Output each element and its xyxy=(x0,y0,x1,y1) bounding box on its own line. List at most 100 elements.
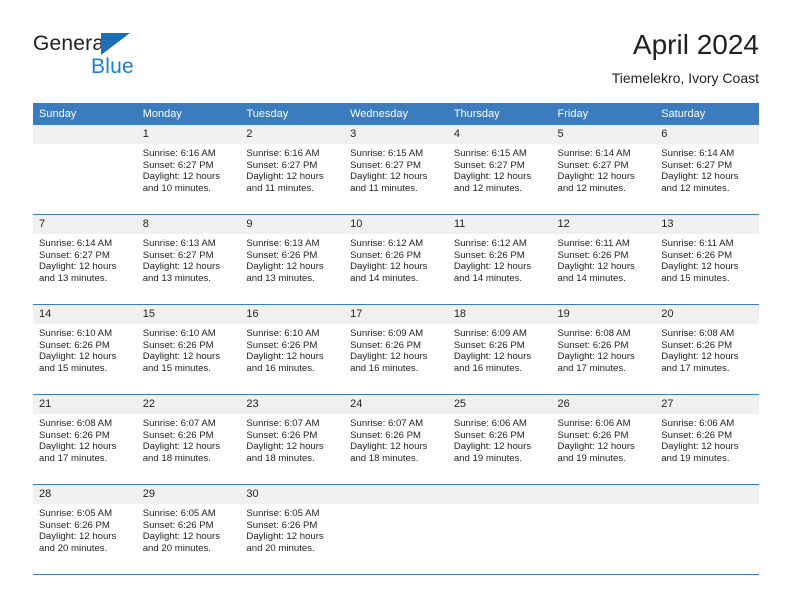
daylight-text-line1: Daylight: 12 hours xyxy=(142,531,221,543)
daylight-text-line1: Daylight: 12 hours xyxy=(142,261,221,273)
day-details: Sunrise: 6:06 AM Sunset: 6:26 PM Daylight:… xyxy=(552,414,656,464)
calendar-day[interactable]: 10 Sunrise: 6:12 AM Sunset: 6:26 PM Dayligh… xyxy=(344,215,448,304)
calendar-cell: 11 Sunrise: 6:12 AM Sunset: 6:26 PM Dayligh… xyxy=(447,214,552,305)
calendar-day[interactable]: 21 Sunrise: 6:08 AM Sunset: 6:26 PM Dayligh… xyxy=(33,395,137,484)
daylight-text-line2: and 17 minutes. xyxy=(39,452,108,464)
calendar-day[interactable]: 4 Sunrise: 6:15 AM Sunset: 6:27 PM Daylight… xyxy=(447,125,552,214)
page-title: April 2024 xyxy=(632,29,759,60)
daylight-text-line2: and 18 minutes. xyxy=(350,452,419,464)
calendar-cell: 8 Sunrise: 6:13 AM Sunset: 6:27 PM Daylight… xyxy=(136,214,241,305)
daylight-text-line1: Daylight: 12 hours xyxy=(661,441,739,453)
calendar-day[interactable]: 20 Sunrise: 6:08 AM Sunset: 6:26 PM Dayligh… xyxy=(655,305,759,394)
sunset-text: Sunset: 6:27 PM xyxy=(557,159,629,171)
day-details: Sunrise: 6:15 AM Sunset: 6:27 PM Daylight:… xyxy=(448,144,552,194)
calendar-day[interactable]: 11 Sunrise: 6:12 AM Sunset: 6:26 PM Dayligh… xyxy=(447,215,552,304)
calendar-day[interactable]: 30 Sunrise: 6:05 AM Sunset: 6:26 PM Dayligh… xyxy=(240,485,345,574)
calendar-cell: 28 Sunrise: 6:05 AM Sunset: 6:26 PM Dayligh… xyxy=(33,484,137,575)
sunrise-text: Sunrise: 6:05 AM xyxy=(246,508,320,519)
calendar-cell: 3 Sunrise: 6:15 AM Sunset: 6:27 PM Daylight… xyxy=(344,125,448,215)
day-number: 1 xyxy=(136,125,241,144)
sunset-text: Sunset: 6:26 PM xyxy=(39,339,110,351)
sunset-text: Sunset: 6:26 PM xyxy=(453,249,525,261)
daylight-text-line2: and 12 minutes. xyxy=(557,182,626,194)
calendar-day[interactable]: 13 Sunrise: 6:11 AM Sunset: 6:26 PM Dayligh… xyxy=(655,215,759,304)
calendar-day[interactable]: 7 Sunrise: 6:14 AM Sunset: 6:27 PM Daylight… xyxy=(33,215,137,304)
calendar-day[interactable]: 28 Sunrise: 6:05 AM Sunset: 6:26 PM Dayligh… xyxy=(33,485,137,574)
daylight-text-line1: Daylight: 12 hours xyxy=(142,351,221,363)
calendar-cell: 25 Sunrise: 6:06 AM Sunset: 6:26 PM Dayligh… xyxy=(447,394,552,485)
calendar-cell: 2 Sunrise: 6:16 AM Sunset: 6:27 PM Daylight… xyxy=(240,125,345,215)
general-blue-logo[interactable]: General Blue xyxy=(33,32,253,82)
calendar-day[interactable]: 2 Sunrise: 6:16 AM Sunset: 6:27 PM Daylight… xyxy=(240,125,345,214)
daylight-text-line1: Daylight: 12 hours xyxy=(453,261,532,273)
calendar-day[interactable]: 29 Sunrise: 6:05 AM Sunset: 6:26 PM Dayligh… xyxy=(136,485,241,574)
calendar-cell: 22 Sunrise: 6:07 AM Sunset: 6:26 PM Dayligh… xyxy=(136,394,241,485)
day-details: Sunrise: 6:15 AM Sunset: 6:27 PM Daylight:… xyxy=(344,144,448,194)
day-details: Sunrise: 6:13 AM Sunset: 6:27 PM Daylight:… xyxy=(137,234,241,284)
sunset-text: Sunset: 6:26 PM xyxy=(350,429,422,441)
daylight-text-line1: Daylight: 12 hours xyxy=(350,441,428,453)
calendar-cell: 23 Sunrise: 6:07 AM Sunset: 6:26 PM Dayligh… xyxy=(240,394,345,485)
day-number: 15 xyxy=(136,305,241,324)
calendar-cell: 4 Sunrise: 6:15 AM Sunset: 6:27 PM Daylight… xyxy=(447,125,552,215)
calendar-cell: 24 Sunrise: 6:07 AM Sunset: 6:26 PM Dayligh… xyxy=(344,394,448,485)
day-number xyxy=(655,485,759,504)
calendar-week-row: 7 Sunrise: 6:14 AM Sunset: 6:27 PM Daylight… xyxy=(33,214,759,305)
sunrise-text: Sunrise: 6:07 AM xyxy=(142,418,216,429)
calendar-day[interactable]: 23 Sunrise: 6:07 AM Sunset: 6:26 PM Dayligh… xyxy=(240,395,345,484)
day-number: 4 xyxy=(447,125,552,144)
calendar-cell xyxy=(33,125,137,215)
calendar-day[interactable]: 8 Sunrise: 6:13 AM Sunset: 6:27 PM Daylight… xyxy=(136,215,241,304)
calendar-day[interactable]: 14 Sunrise: 6:10 AM Sunset: 6:26 PM Dayligh… xyxy=(33,305,137,394)
daylight-text-line1: Daylight: 12 hours xyxy=(246,351,324,363)
day-number: 20 xyxy=(655,305,759,324)
calendar-day[interactable]: 1 Sunrise: 6:16 AM Sunset: 6:27 PM Daylight… xyxy=(136,125,241,214)
sunrise-text: Sunrise: 6:06 AM xyxy=(453,418,527,429)
calendar-day[interactable]: 22 Sunrise: 6:07 AM Sunset: 6:26 PM Dayligh… xyxy=(136,395,241,484)
logo-text-blue: Blue xyxy=(91,55,134,78)
calendar-cell: 12 Sunrise: 6:11 AM Sunset: 6:26 PM Dayligh… xyxy=(551,214,656,305)
sunset-text: Sunset: 6:26 PM xyxy=(246,249,318,261)
day-details: Sunrise: 6:06 AM Sunset: 6:26 PM Daylight:… xyxy=(448,414,552,464)
calendar-day[interactable]: 24 Sunrise: 6:07 AM Sunset: 6:26 PM Dayligh… xyxy=(344,395,448,484)
page-subtitle: Tiemelekro, Ivory Coast xyxy=(611,70,759,86)
sunrise-text: Sunrise: 6:14 AM xyxy=(661,148,735,159)
sunrise-text: Sunrise: 6:11 AM xyxy=(557,238,630,249)
calendar-day[interactable]: 16 Sunrise: 6:10 AM Sunset: 6:26 PM Dayligh… xyxy=(240,305,345,394)
sunset-text: Sunset: 6:27 PM xyxy=(142,249,214,261)
daylight-text-line2: and 17 minutes. xyxy=(661,362,730,374)
day-number: 21 xyxy=(33,395,137,414)
day-number: 19 xyxy=(551,305,656,324)
daylight-text-line1: Daylight: 12 hours xyxy=(557,441,635,453)
day-details: Sunrise: 6:05 AM Sunset: 6:26 PM Daylight:… xyxy=(240,504,344,554)
sunset-text: Sunset: 6:27 PM xyxy=(246,159,318,171)
day-details: Sunrise: 6:10 AM Sunset: 6:26 PM Daylight:… xyxy=(240,324,344,374)
day-number xyxy=(344,485,448,504)
sunrise-text: Sunrise: 6:14 AM xyxy=(39,238,113,249)
daylight-text-line2: and 18 minutes. xyxy=(246,452,315,464)
weekday-header-sunday: Sunday xyxy=(33,103,137,125)
sunrise-text: Sunrise: 6:10 AM xyxy=(142,328,216,339)
day-details: Sunrise: 6:08 AM Sunset: 6:26 PM Daylight:… xyxy=(33,414,137,464)
day-number: 24 xyxy=(344,395,448,414)
day-details: Sunrise: 6:14 AM Sunset: 6:27 PM Daylight:… xyxy=(33,234,137,284)
calendar-day[interactable]: 27 Sunrise: 6:06 AM Sunset: 6:26 PM Dayligh… xyxy=(655,395,759,484)
calendar-day[interactable]: 3 Sunrise: 6:15 AM Sunset: 6:27 PM Daylight… xyxy=(344,125,448,214)
calendar-day[interactable]: 5 Sunrise: 6:14 AM Sunset: 6:27 PM Daylight… xyxy=(551,125,656,214)
calendar-day[interactable]: 17 Sunrise: 6:09 AM Sunset: 6:26 PM Dayligh… xyxy=(344,305,448,394)
day-number: 13 xyxy=(655,215,759,234)
day-number: 30 xyxy=(240,485,345,504)
sunset-text: Sunset: 6:26 PM xyxy=(350,339,422,351)
calendar-day[interactable]: 6 Sunrise: 6:14 AM Sunset: 6:27 PM Daylight… xyxy=(655,125,759,214)
calendar-day[interactable]: 9 Sunrise: 6:13 AM Sunset: 6:26 PM Daylight… xyxy=(240,215,345,304)
calendar-day[interactable]: 12 Sunrise: 6:11 AM Sunset: 6:26 PM Dayligh… xyxy=(551,215,656,304)
calendar-day[interactable]: 26 Sunrise: 6:06 AM Sunset: 6:26 PM Dayligh… xyxy=(551,395,656,484)
day-details: Sunrise: 6:10 AM Sunset: 6:26 PM Daylight:… xyxy=(137,324,241,374)
calendar-day[interactable]: 25 Sunrise: 6:06 AM Sunset: 6:26 PM Dayligh… xyxy=(447,395,552,484)
calendar-day[interactable]: 18 Sunrise: 6:09 AM Sunset: 6:26 PM Dayligh… xyxy=(447,305,552,394)
calendar-week-row: 21 Sunrise: 6:08 AM Sunset: 6:26 PM Dayligh… xyxy=(33,394,759,485)
daylight-text-line2: and 13 minutes. xyxy=(246,272,315,284)
calendar-day[interactable]: 15 Sunrise: 6:10 AM Sunset: 6:26 PM Dayligh… xyxy=(136,305,241,394)
calendar-day[interactable]: 19 Sunrise: 6:08 AM Sunset: 6:26 PM Dayligh… xyxy=(551,305,656,394)
sunrise-text: Sunrise: 6:10 AM xyxy=(39,328,113,339)
